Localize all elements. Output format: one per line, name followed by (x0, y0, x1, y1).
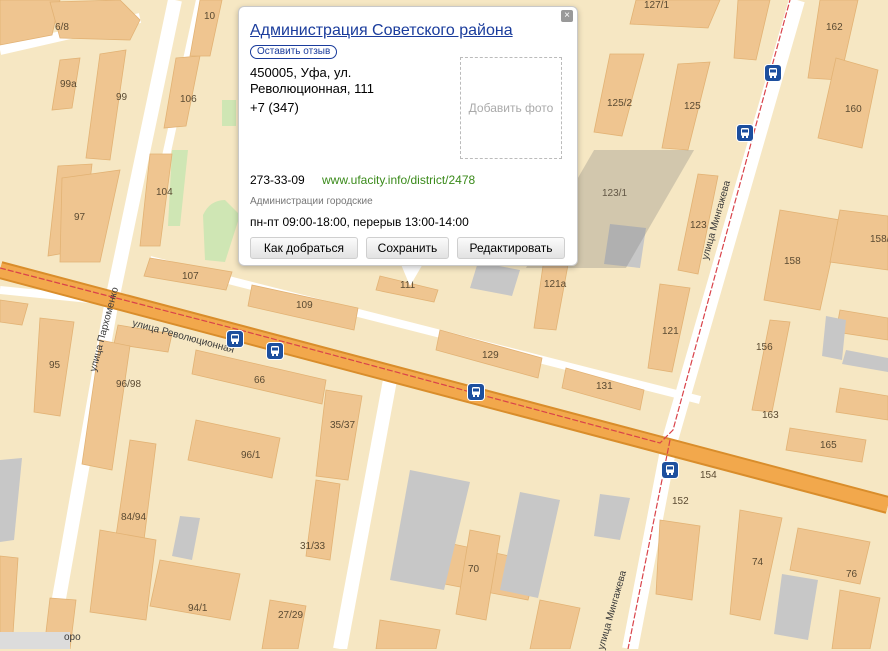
house-label-129: 129 (482, 350, 499, 361)
house-label-74: 74 (752, 557, 764, 568)
house-label-162: 162 (826, 22, 843, 33)
house-label-121a: 121а (544, 279, 567, 290)
house-label-70: 70 (468, 564, 480, 575)
house-label-76: 76 (846, 569, 858, 580)
house-label-158-1: 158/ (870, 234, 888, 245)
house-label-163: 163 (762, 410, 779, 421)
house-label-106: 106 (180, 94, 197, 105)
house-label-97: 97 (74, 212, 86, 223)
house-label-66: 66 (254, 375, 266, 386)
place-phone-number: 273-33-09 (250, 173, 305, 187)
place-title-link[interactable]: Администрация Советского района (250, 22, 513, 40)
house-label-125: 125 (684, 101, 701, 112)
house-label-94-1: 94/1 (188, 603, 208, 614)
bus-stop-icon[interactable] (267, 343, 283, 359)
add-photo-label: Добавить фото (468, 101, 554, 115)
house-label-109: 109 (296, 300, 313, 311)
house-label-6-8: 6/8 (55, 22, 69, 33)
place-address: 450005, Уфа, ул. Революционная, 111 (250, 65, 374, 96)
close-icon[interactable]: × (561, 10, 573, 22)
house-label-107: 107 (182, 271, 199, 282)
add-photo-button[interactable]: Добавить фото (460, 57, 562, 159)
place-category: Администрации городские (250, 196, 373, 207)
house-label-125-2: 125/2 (607, 98, 633, 109)
place-website-link[interactable]: www.ufacity.info/district/2478 (322, 173, 475, 187)
house-label-131: 131 (596, 381, 613, 392)
house-label-31-33: 31/33 (300, 541, 326, 552)
house-label-99a: 99а (60, 79, 77, 90)
house-label-165: 165 (820, 440, 837, 451)
house-label-123: 123 (690, 220, 707, 231)
house-label-104: 104 (156, 187, 173, 198)
house-label-121: 121 (662, 326, 679, 337)
save-button[interactable]: Сохранить (366, 237, 449, 259)
place-phone-code: +7 (347) (250, 100, 299, 115)
bus-stop-icon[interactable] (227, 331, 243, 347)
place-hours: пн-пт 09:00-18:00, перерыв 13:00-14:00 (250, 215, 469, 229)
house-label-127-1: 127/1 (644, 0, 670, 11)
house-label-96-1: 96/1 (241, 450, 261, 461)
house-label-152: 152 (672, 496, 689, 507)
house-label-154: 154 (700, 470, 717, 481)
house-label-96-98: 96/98 (116, 379, 142, 390)
edit-button[interactable]: Редактировать (457, 237, 565, 259)
house-label-10: 10 (204, 11, 216, 22)
route-button[interactable]: Как добраться (250, 237, 358, 259)
house-label-35-37: 35/37 (330, 420, 356, 431)
leave-review-button[interactable]: Оставить отзыв (250, 45, 338, 59)
bus-stop-icon[interactable] (765, 65, 781, 81)
house-label-95: 95 (49, 360, 61, 371)
house-label-158: 158 (784, 256, 801, 267)
street-label-fragment: оро (64, 632, 81, 643)
house-label-84-94: 84/94 (121, 512, 147, 523)
house-label-99: 99 (116, 92, 128, 103)
place-info-popup: Администрация Советского района Оставить… (238, 6, 578, 266)
map-logo-tile (0, 632, 70, 649)
house-label-160: 160 (845, 104, 862, 115)
bus-stop-icon[interactable] (737, 125, 753, 141)
bus-stop-icon[interactable] (468, 384, 484, 400)
house-label-156: 156 (756, 342, 773, 353)
bus-stop-icon[interactable] (662, 462, 678, 478)
house-label-27-29: 27/29 (278, 610, 304, 621)
